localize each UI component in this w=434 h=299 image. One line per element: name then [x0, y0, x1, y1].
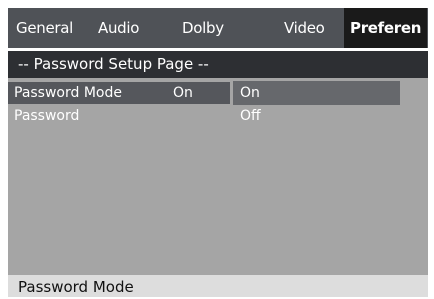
osd-screen: General Audio Dolby Video Preferen -- Pa… — [0, 0, 434, 297]
tab-preferences[interactable]: Preferen — [344, 8, 428, 48]
option-on[interactable]: On — [240, 82, 260, 104]
row-label-password-mode: Password Mode — [14, 85, 122, 101]
tab-general[interactable]: General — [16, 8, 73, 48]
option-off[interactable]: Off — [240, 105, 261, 127]
status-text: Password Mode — [18, 278, 134, 296]
tab-video[interactable]: Video — [284, 8, 325, 48]
row-value-password-mode: On — [173, 85, 193, 101]
settings-row-password[interactable]: Password — [14, 105, 79, 127]
page-title: -- Password Setup Page -- — [18, 55, 209, 73]
settings-panel: Password Mode On Password On Off — [8, 78, 428, 275]
status-bar: Password Mode — [8, 275, 428, 297]
tab-audio[interactable]: Audio — [98, 8, 139, 48]
tab-dolby[interactable]: Dolby — [182, 8, 224, 48]
tab-bar: General Audio Dolby Video Preferen — [8, 8, 428, 48]
page-title-bar: -- Password Setup Page -- — [8, 51, 428, 78]
